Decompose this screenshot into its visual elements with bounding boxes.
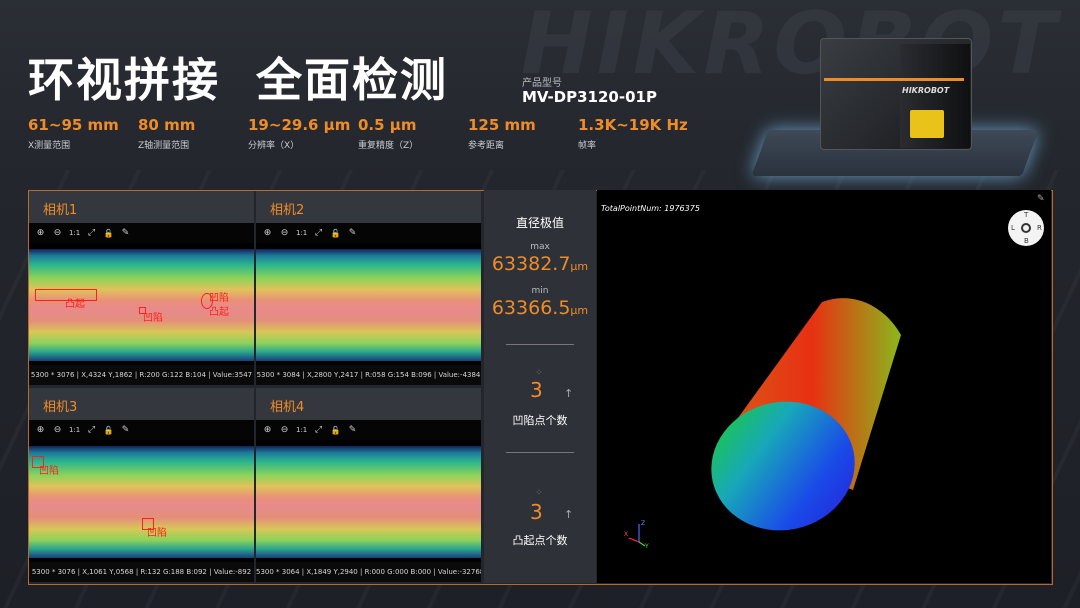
diameter-max-value: 63382.7µm bbox=[491, 253, 589, 275]
camera-toolbar: ⊕ ⊖ 1:1 ⤢ 🔓 ✎ bbox=[256, 420, 481, 440]
camera-toolbar: ⊕ ⊖ 1:1 ⤢ 🔓 ✎ bbox=[29, 420, 254, 440]
spec-repeatability: 0.5 µm 重复精度（Z） bbox=[358, 116, 419, 151]
defect-label: 凹陷 bbox=[147, 528, 167, 539]
bump-icon: ⁘ bbox=[535, 488, 543, 498]
device-image: HIKROBOT bbox=[751, 30, 1050, 180]
spec-z-range: 80 mm Z轴测量范围 bbox=[138, 116, 196, 151]
divider bbox=[506, 344, 574, 345]
zoom-out-icon[interactable]: ⊖ bbox=[52, 228, 63, 238]
actual-size-icon[interactable]: 1:1 bbox=[69, 426, 80, 434]
actual-size-icon[interactable]: 1:1 bbox=[296, 426, 307, 434]
zoom-out-icon[interactable]: ⊖ bbox=[279, 228, 290, 238]
bump-count-value: 3 bbox=[530, 500, 543, 524]
camera-status-bar: 5300 * 3084 | X,2800 Y,2417 | R:058 G:15… bbox=[256, 365, 481, 385]
3d-viewer[interactable]: TotalPointNum: 1976375 ✎ T L R B Z X Y bbox=[597, 190, 1051, 583]
depth-map bbox=[29, 446, 254, 558]
zoom-in-icon[interactable]: ⊕ bbox=[35, 228, 46, 238]
arrow-up-icon: ↑ bbox=[564, 387, 574, 400]
actual-size-icon[interactable]: 1:1 bbox=[296, 229, 307, 237]
pen-icon[interactable]: ✎ bbox=[347, 228, 358, 238]
spec-list: 61~95 mm X测量范围 80 mm Z轴测量范围 19~29.6 µm 分辨率（… bbox=[28, 116, 688, 151]
camera-toolbar: ⊕ ⊖ 1:1 ⤢ 🔓 ✎ bbox=[256, 223, 481, 243]
diameter-title: 直径极值 bbox=[515, 216, 564, 230]
lock-icon[interactable]: 🔓 bbox=[330, 229, 341, 238]
camera-panel-3: 相机3 ⊕ ⊖ 1:1 ⤢ 🔓 ✎ 凹陷 凹陷 5300 * 3076 | X,… bbox=[29, 388, 254, 582]
spec-x-range: 61~95 mm X测量范围 bbox=[28, 116, 119, 151]
camera-status-bar: 5300 * 3076 | X,1061 Y,0568 | R:132 G:18… bbox=[29, 562, 254, 582]
zoom-out-icon[interactable]: ⊖ bbox=[52, 425, 63, 435]
pen-icon[interactable]: ✎ bbox=[347, 425, 358, 435]
depth-map bbox=[256, 446, 481, 558]
cylinder-render bbox=[711, 298, 901, 531]
camera-panel-2: 相机2 ⊕ ⊖ 1:1 ⤢ 🔓 ✎ 5300 * 3084 | X,2800 Y… bbox=[256, 191, 481, 385]
camera-image[interactable] bbox=[256, 243, 481, 365]
camera-panel-1: 相机1 ⊕ ⊖ 1:1 ⤢ 🔓 ✎ 凸起 凹陷 凹陷 凸起 5300 * 307… bbox=[29, 191, 254, 385]
lock-icon[interactable]: 🔓 bbox=[103, 426, 114, 435]
camera-panel-4: 相机4 ⊕ ⊖ 1:1 ⤢ 🔓 ✎ 5300 * 3064 | X,1849 Y… bbox=[256, 388, 481, 582]
product-model-label: 产品型号 bbox=[522, 78, 562, 89]
measurement-panel: 直径极值 max 63382.7µm min 63366.5µm ⁘ 3 ↑ 凹… bbox=[484, 190, 596, 583]
defect-label: 凸起 bbox=[209, 307, 229, 318]
fit-icon[interactable]: ⤢ bbox=[313, 228, 324, 238]
camera-image[interactable]: 凸起 凹陷 凹陷 凸起 bbox=[29, 243, 254, 365]
camera-title: 相机3 bbox=[43, 400, 78, 415]
arrow-up-icon: ↑ bbox=[564, 508, 574, 521]
dent-count-value: 3 bbox=[530, 378, 543, 402]
zoom-out-icon[interactable]: ⊖ bbox=[279, 425, 290, 435]
diameter-max-label: max bbox=[530, 242, 550, 252]
bump-count-label: 凸起点个数 bbox=[512, 534, 568, 547]
product-model-value: MV-DP3120-01P bbox=[522, 88, 657, 106]
hero-title: 环视拼接 全面检测 bbox=[28, 53, 449, 107]
lock-icon[interactable]: 🔓 bbox=[330, 426, 341, 435]
axis-x-label: X bbox=[624, 531, 628, 538]
diameter-min-value: 63366.5µm bbox=[491, 297, 589, 319]
pen-icon[interactable]: ✎ bbox=[120, 425, 131, 435]
spec-resolution: 19~29.6 µm 分辨率（X） bbox=[248, 116, 351, 151]
fit-icon[interactable]: ⤢ bbox=[313, 425, 324, 435]
lock-icon[interactable]: 🔓 bbox=[103, 229, 114, 238]
fit-icon[interactable]: ⤢ bbox=[86, 228, 97, 238]
device-stripe bbox=[824, 78, 964, 81]
dent-count-label: 凹陷点个数 bbox=[512, 414, 568, 427]
camera-status-bar: 5300 * 3076 | X,4324 Y,1862 | R:200 G:12… bbox=[29, 365, 254, 385]
defect-label: 凹陷 bbox=[209, 293, 229, 304]
camera-toolbar: ⊕ ⊖ 1:1 ⤢ 🔓 ✎ bbox=[29, 223, 254, 243]
spec-frame-rate: 1.3K~19K Hz 帧率 bbox=[578, 116, 688, 151]
camera-status-bar: 5300 * 3064 | X,1849 Y,2940 | R:000 G:00… bbox=[256, 562, 481, 582]
camera-image[interactable]: 凹陷 凹陷 bbox=[29, 440, 254, 562]
axis-gizmo: Z X Y bbox=[624, 520, 649, 548]
axis-y-label: Y bbox=[644, 543, 649, 548]
device-logo: HIKROBOT bbox=[902, 86, 950, 95]
zoom-in-icon[interactable]: ⊕ bbox=[262, 425, 273, 435]
camera-image[interactable] bbox=[256, 440, 481, 562]
diameter-min-label: min bbox=[531, 286, 549, 296]
divider bbox=[506, 452, 574, 453]
defect-label: 凹陷 bbox=[143, 313, 163, 324]
axis-z-label: Z bbox=[641, 520, 645, 527]
depth-map bbox=[256, 249, 481, 361]
defect-label: 凹陷 bbox=[39, 466, 59, 477]
camera-title: 相机1 bbox=[43, 203, 78, 218]
camera-title: 相机2 bbox=[270, 203, 305, 218]
camera-title: 相机4 bbox=[270, 400, 305, 415]
spec-reference-distance: 125 mm 参考距离 bbox=[468, 116, 536, 151]
zoom-in-icon[interactable]: ⊕ bbox=[35, 425, 46, 435]
zoom-in-icon[interactable]: ⊕ bbox=[262, 228, 273, 238]
fit-icon[interactable]: ⤢ bbox=[86, 425, 97, 435]
device-warning-label bbox=[910, 110, 944, 138]
defect-label: 凸起 bbox=[65, 299, 85, 310]
actual-size-icon[interactable]: 1:1 bbox=[69, 229, 80, 237]
dent-icon: ⁘ bbox=[535, 368, 543, 378]
pen-icon[interactable]: ✎ bbox=[120, 228, 131, 238]
